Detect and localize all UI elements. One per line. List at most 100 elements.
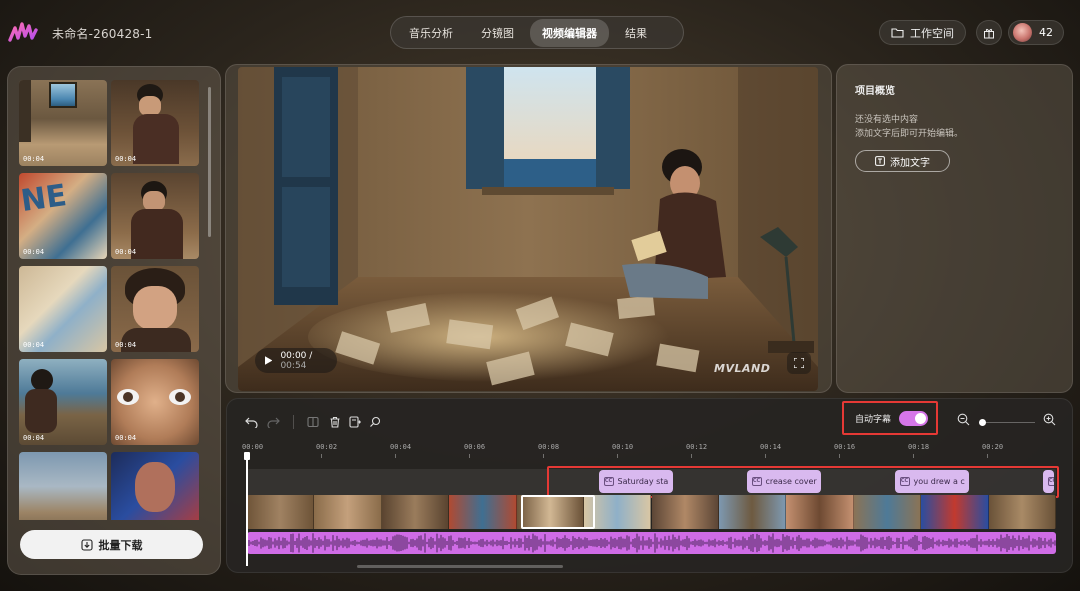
- total-duration: 00:54: [280, 360, 307, 371]
- add-text-button[interactable]: 添加文字: [855, 150, 950, 172]
- video-clip[interactable]: [718, 495, 787, 529]
- video-clip[interactable]: [314, 495, 382, 529]
- thumbnail-item[interactable]: 00:04: [19, 266, 107, 352]
- split-button[interactable]: [305, 414, 321, 430]
- playback-control[interactable]: 00:00 / 00:54: [255, 348, 337, 373]
- ruler-tick: [987, 454, 988, 458]
- video-clip[interactable]: [449, 495, 517, 529]
- download-icon: [80, 538, 93, 551]
- project-overview-panel: 项目概览 还没有选中内容 添加文字后即可开始编辑。 添加文字: [836, 64, 1073, 393]
- video-preview[interactable]: 00:00 / 00:54 MVLAND: [238, 67, 818, 391]
- batch-download-button[interactable]: 批量下载: [20, 530, 203, 559]
- thumbnail-item[interactable]: 00:04: [111, 266, 199, 352]
- video-clip[interactable]: [247, 495, 315, 529]
- split-icon: [307, 416, 319, 428]
- undo-button[interactable]: [243, 414, 259, 430]
- ruler-tick-label: 00:14: [760, 443, 782, 451]
- empty-state-line: 添加文字后即可开始编辑。: [855, 129, 964, 139]
- credit-count: 42: [1039, 26, 1053, 39]
- undo-icon: [244, 417, 258, 428]
- project-name[interactable]: 未命名-260428-1: [52, 25, 153, 42]
- thumbnail-item[interactable]: 00:04: [111, 80, 199, 166]
- timeline-panel: 自动字幕 00:00 00:02 00:04 00:06 00:08 00:10 00:12…: [226, 398, 1073, 573]
- auto-caption-toggle[interactable]: [899, 410, 929, 426]
- playhead-handle[interactable]: [244, 452, 250, 460]
- project-overview-title: 项目概览: [855, 86, 895, 97]
- audio-waveform: [247, 533, 1056, 553]
- toolbar-divider: [293, 415, 294, 429]
- video-preview-panel: 00:00 / 00:54 MVLAND: [225, 64, 832, 393]
- thumbnail-duration: 00:04: [115, 155, 137, 163]
- add-text-label: 添加文字: [890, 157, 930, 169]
- thumbnail-item[interactable]: 00:04: [19, 80, 107, 166]
- waveform-path: [247, 533, 1056, 553]
- thumbnail-item[interactable]: 00:04: [111, 359, 199, 445]
- audio-track[interactable]: [247, 532, 1056, 554]
- gift-icon: [984, 28, 994, 38]
- ruler-tick: [395, 454, 396, 458]
- user-credits-button[interactable]: 42: [1008, 20, 1064, 45]
- empty-state-text: 还没有选中内容 添加文字后即可开始编辑。: [855, 113, 963, 141]
- thumbnail-item[interactable]: 00:04: [111, 173, 199, 259]
- zoom-in-icon[interactable]: [1043, 413, 1056, 426]
- video-clip[interactable]: [786, 495, 854, 529]
- thumbnail-duration: 00:04: [115, 248, 137, 256]
- tab-result[interactable]: 结果: [613, 19, 659, 47]
- zoom-slider-handle[interactable]: [979, 419, 986, 426]
- watermark: MVLAND: [714, 362, 771, 375]
- ruler-tick: [765, 454, 766, 458]
- redo-icon: [266, 417, 280, 428]
- video-clip[interactable]: [381, 495, 450, 529]
- zoom-slider-track[interactable]: [979, 422, 1035, 423]
- redo-button[interactable]: [265, 414, 281, 430]
- tab-music-analysis[interactable]: 音乐分析: [397, 19, 465, 47]
- zoom-out-icon[interactable]: [957, 413, 970, 426]
- video-clip[interactable]: [651, 495, 719, 529]
- ruler-tick-label: 00:20: [982, 443, 1004, 451]
- tab-storyboard[interactable]: 分镜图: [469, 19, 526, 47]
- tab-video-editor[interactable]: 视频编辑器: [530, 18, 609, 47]
- ruler-tick: [839, 454, 840, 458]
- empty-state-line: 还没有选中内容: [855, 115, 919, 125]
- video-clip[interactable]: [853, 495, 922, 529]
- main-nav: 音乐分析 分镜图 视频编辑器 结果: [390, 16, 684, 49]
- gift-button[interactable]: [976, 20, 1002, 45]
- fullscreen-button[interactable]: [787, 352, 811, 374]
- current-time: 00:00: [280, 350, 307, 361]
- thumbnail-grid[interactable]: 00:04 00:04 NE 00:04 00:04 00:04 00:04 0…: [19, 80, 201, 520]
- video-clip[interactable]: [921, 495, 989, 529]
- storyboard-panel: 00:04 00:04 NE 00:04 00:04 00:04 00:04 0…: [7, 66, 221, 575]
- delete-button[interactable]: [327, 414, 343, 430]
- video-clip[interactable]: [988, 495, 1056, 529]
- ruler-tick: [691, 454, 692, 458]
- ruler-tick-label: 00:12: [686, 443, 708, 451]
- playhead[interactable]: [246, 454, 248, 566]
- thumbnail-duration: 00:04: [23, 341, 45, 349]
- play-icon[interactable]: [265, 356, 273, 365]
- app-header: 未命名-260428-1 音乐分析 分镜图 视频编辑器 结果 工作空间 42: [0, 0, 1080, 64]
- thumbnail-item[interactable]: [111, 452, 199, 520]
- ruler-tick: [617, 454, 618, 458]
- time-ruler[interactable]: 00:00 00:02 00:04 00:06 00:08 00:10 00:12 00:14…: [242, 443, 1054, 458]
- ruler-tick: [321, 454, 322, 458]
- add-clip-button[interactable]: [347, 414, 363, 430]
- search-button[interactable]: [367, 414, 383, 430]
- workspace-label: 工作空间: [910, 26, 954, 40]
- selected-clip-outline: [521, 495, 595, 529]
- thumbnail-item[interactable]: 00:04: [19, 359, 107, 445]
- thumbnail-duration: 00:04: [115, 341, 137, 349]
- waveform-logo-icon[interactable]: [8, 20, 38, 46]
- thumbnail-duration: 00:04: [23, 434, 45, 442]
- search-icon: [370, 416, 381, 427]
- ruler-tick-label: 00:04: [390, 443, 412, 451]
- timeline-scrollbar[interactable]: [357, 565, 563, 568]
- thumbnail-item[interactable]: [19, 452, 107, 520]
- video-track[interactable]: [247, 495, 1056, 529]
- ruler-tick: [543, 454, 544, 458]
- add-text-icon: [875, 156, 885, 166]
- auto-caption-label: 自动字幕: [855, 414, 892, 425]
- workspace-button[interactable]: 工作空间: [879, 20, 966, 45]
- thumbnail-scrollbar[interactable]: [208, 87, 211, 237]
- thumbnail-item[interactable]: NE 00:04: [19, 173, 107, 259]
- ruler-tick: [913, 454, 914, 458]
